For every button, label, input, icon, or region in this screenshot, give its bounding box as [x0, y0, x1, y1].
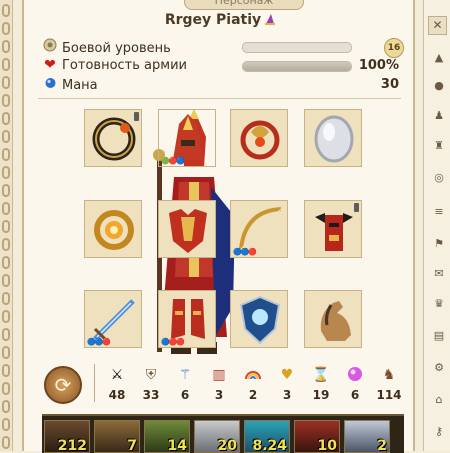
- mana-icon: [42, 76, 58, 93]
- flag-icon[interactable]: ⚑: [433, 238, 445, 250]
- close-button[interactable]: ✕: [428, 16, 447, 35]
- bag-icon[interactable]: ▲: [433, 52, 445, 64]
- divider: [38, 98, 401, 99]
- creature-slot[interactable]: 7: [94, 420, 140, 453]
- laurel-icon: [42, 38, 58, 56]
- creature-slot[interactable]: 2: [344, 420, 390, 453]
- army-readiness-value: 100%: [358, 58, 399, 73]
- globe-icon[interactable]: ◎: [433, 172, 445, 184]
- ice-shield-icon: [239, 295, 281, 345]
- info-marker: [354, 203, 359, 212]
- stat-defense: ⛨ 33: [136, 366, 166, 402]
- orb-icon: [340, 366, 370, 384]
- stat-knowledge: ▥ 3: [204, 366, 234, 402]
- character-panel: Персонаж Rrgey Piatiy Боевой уровень 16 …: [22, 0, 417, 453]
- wand-icon: ⚚: [178, 367, 192, 383]
- gem-row: 🟢🔴🔵: [161, 157, 185, 165]
- creature-slot[interactable]: 8.24: [244, 420, 290, 453]
- list-icon[interactable]: ≡: [433, 206, 445, 218]
- mana-label: Мана: [62, 78, 98, 93]
- boots-slot[interactable]: 🔵🔴🔴: [158, 290, 216, 348]
- gear-icon[interactable]: ⚙: [433, 362, 445, 374]
- gem-row: 🔵🔵🔴: [87, 338, 111, 346]
- army-readiness-row: ❤ Готовность армии: [42, 57, 187, 75]
- armor-slot[interactable]: [158, 200, 216, 258]
- scroll-icon[interactable]: ✉: [433, 268, 445, 280]
- battle-level-row: Боевой уровень: [42, 38, 171, 56]
- creature-slot[interactable]: 14: [144, 420, 190, 453]
- panel-tab: Персонаж: [184, 0, 304, 10]
- level-badge: 16: [384, 38, 404, 58]
- stat-army: ♞ 114: [374, 366, 404, 402]
- home-icon[interactable]: ⌂: [433, 394, 445, 406]
- stat-attack: ⚔ 48: [102, 366, 132, 402]
- player-name-row: Rrgey Piatiy: [24, 12, 417, 28]
- heart-icon: ❤: [44, 57, 56, 73]
- castle-icon[interactable]: ♜: [433, 140, 445, 152]
- creature-slot[interactable]: 10: [294, 420, 340, 453]
- wizard-hat-icon: [265, 14, 276, 25]
- helmet-slot[interactable]: 🟢🔴🔵: [158, 109, 216, 167]
- people-icon[interactable]: ♟: [433, 110, 445, 122]
- shield-icon: ⛨: [145, 367, 157, 383]
- ring-slot-1[interactable]: [84, 109, 142, 167]
- wings-icon: ♥: [280, 367, 294, 383]
- mana-value: 30: [380, 77, 399, 92]
- creature-slot[interactable]: 212: [44, 420, 90, 453]
- creature-strip: 212 7 14 20 8.24 10 2: [42, 414, 404, 453]
- bow-slot[interactable]: 🔵🔵🔴: [230, 200, 288, 258]
- stat-morale: ♥ 3: [272, 366, 302, 402]
- red-armor-icon: [169, 209, 207, 253]
- ring-slot-2[interactable]: [84, 200, 142, 258]
- army-readiness-label: Готовность армии: [62, 58, 187, 73]
- right-sidebar: ✕ ▲ ● ♟ ♜ ◎ ≡ ⚑ ✉ ♛ ▤ ⚙ ⌂ ⚷: [423, 0, 450, 451]
- divider: [94, 364, 95, 402]
- hourglass-icon: ⌛: [312, 367, 330, 383]
- creature-slot[interactable]: 20: [194, 420, 240, 453]
- refresh-button[interactable]: ⟳: [44, 366, 82, 404]
- weapon-slot[interactable]: 🔵🔵🔴: [84, 290, 142, 348]
- silver-mirror-icon: [314, 115, 354, 163]
- key-icon[interactable]: ⚷: [433, 426, 445, 438]
- info-marker: [134, 112, 139, 121]
- gem-row: 🔵🔵🔴: [233, 248, 257, 256]
- left-border: [0, 0, 13, 451]
- crossed-swords-icon: ⚔: [110, 367, 124, 383]
- horse-slot[interactable]: [304, 290, 362, 348]
- book-icon[interactable]: ▤: [433, 330, 445, 342]
- stat-mana-crystal: 6: [340, 366, 370, 402]
- mirror-slot[interactable]: [304, 109, 362, 167]
- stat-spellpower: ⚚ 6: [170, 366, 200, 402]
- stat-initiative: ⌛ 19: [306, 366, 336, 402]
- soldier-icon: ♞: [382, 367, 396, 383]
- mana-row: Мана: [42, 76, 98, 94]
- dragon-amulet-icon: [240, 120, 280, 160]
- battle-level-label: Боевой уровень: [62, 41, 171, 56]
- player-name[interactable]: Rrgey Piatiy: [165, 12, 261, 28]
- shield-slot[interactable]: [230, 290, 288, 348]
- sun-ring-icon: [94, 210, 134, 250]
- gem-row: 🔵🔴🔴: [161, 338, 185, 346]
- horse-icon: [320, 301, 351, 341]
- rainbow-icon: [238, 366, 268, 384]
- army-readiness-bar: [242, 61, 352, 72]
- book-icon: ▥: [212, 367, 226, 383]
- level-progress-bar: [242, 42, 352, 53]
- amulet-slot[interactable]: [230, 109, 288, 167]
- totem-slot[interactable]: [304, 200, 362, 258]
- user-icon[interactable]: ●: [433, 80, 445, 92]
- trophy-icon[interactable]: ♛: [433, 298, 445, 310]
- stat-luck: 2: [238, 366, 268, 402]
